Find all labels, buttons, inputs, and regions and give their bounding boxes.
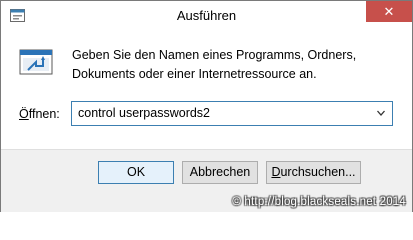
title-bar: Ausführen ✕	[1, 1, 412, 31]
instruction-line-2: Dokuments oder einer Internetressource a…	[72, 67, 317, 81]
chevron-down-icon[interactable]	[376, 108, 386, 118]
ok-button[interactable]: OK	[98, 161, 174, 184]
run-dialog-icon	[19, 49, 53, 75]
open-combobox[interactable]: control userpasswords2	[71, 101, 393, 126]
cancel-button[interactable]: Abbrechen	[182, 161, 258, 184]
instruction-text: Geben Sie den Namen eines Programms, Ord…	[72, 46, 392, 84]
open-input-value[interactable]: control userpasswords2	[78, 106, 210, 120]
button-bar: OK Abbrechen Durchsuchen... © http://blo…	[1, 149, 412, 212]
open-label-accesskey: Ö	[19, 107, 29, 121]
close-button[interactable]: ✕	[366, 1, 412, 22]
dialog-content: Geben Sie den Namen eines Programms, Ord…	[1, 31, 412, 149]
run-dialog-window: Ausführen ✕ Geben Sie den Namen eines Pr…	[0, 0, 413, 212]
instruction-line-1: Geben Sie den Namen eines Programms, Ord…	[72, 48, 357, 62]
open-label: Öffnen:	[19, 107, 60, 121]
window-title: Ausführen	[176, 8, 237, 23]
watermark: © http://blog.blackseals.net 2014	[232, 196, 406, 208]
browse-label-rest: urchsuchen...	[280, 165, 356, 179]
open-label-rest: ffnen:	[28, 107, 60, 121]
browse-button[interactable]: Durchsuchen...	[266, 161, 361, 184]
